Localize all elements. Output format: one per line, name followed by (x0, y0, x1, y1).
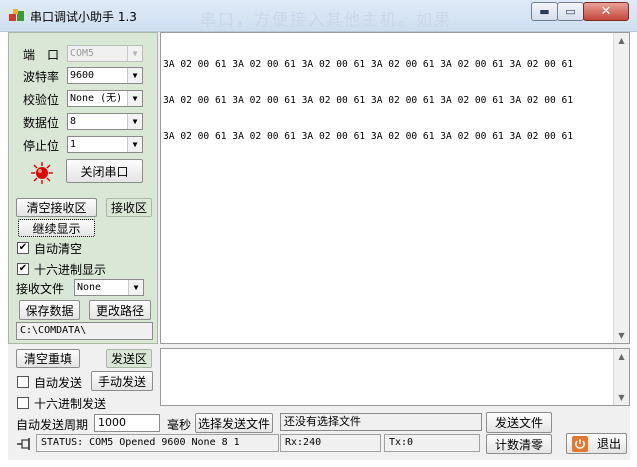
parity-value: None (无) (70, 93, 123, 104)
port-select[interactable]: COM5 ▼ (67, 45, 143, 62)
receive-line: 3A 02 00 61 3A 02 00 61 3A 02 00 61 3A 0… (163, 59, 574, 70)
scroll-down-icon[interactable]: ▼ (614, 390, 629, 405)
receive-file-value: None (77, 282, 102, 293)
auto-clear-label: 自动清空 (34, 242, 83, 256)
manual-send-button[interactable]: 手动发送 (91, 371, 153, 391)
chevron-down-icon: ▼ (127, 46, 142, 61)
scroll-up-icon[interactable]: ▲ (614, 33, 629, 48)
stopbits-label: 停止位 (23, 139, 60, 153)
stopbits-value: 1 (70, 139, 77, 150)
receive-line: 3A 02 00 61 3A 02 00 61 3A 02 00 61 3A 0… (163, 131, 574, 142)
reset-count-button[interactable]: 计数清零 (486, 434, 552, 454)
save-data-button[interactable]: 保存数据 (19, 300, 80, 320)
close-button[interactable]: ✕ (583, 2, 629, 21)
minimize-button[interactable]: ▬ (531, 2, 558, 21)
port-label: 端 口 (23, 48, 60, 62)
save-path-field[interactable]: C:\COMDATA\ (16, 322, 153, 340)
chevron-down-icon: ▼ (127, 91, 142, 106)
hex-send-checkbox[interactable] (17, 397, 29, 409)
chevron-down-icon: ▼ (127, 137, 142, 152)
settings-panel: 端 口 COM5 ▼ 波特率 9600 ▼ 校验位 None (无) ▼ 数据位… (8, 32, 158, 344)
databits-select[interactable]: 8 ▼ (67, 113, 143, 130)
send-area[interactable]: ▲ ▼ (160, 348, 630, 406)
tx-counter: Tx:0 (384, 434, 480, 452)
title-watermark: 串口，方便接入其他主机。如果 (200, 10, 453, 29)
exit-label: 退出 (597, 437, 622, 451)
receive-text: 3A 02 00 61 3A 02 00 61 3A 02 00 61 3A 0… (163, 35, 615, 167)
scroll-down-icon[interactable]: ▼ (614, 328, 629, 343)
auto-send-label: 自动发送 (34, 376, 83, 390)
select-send-file-button[interactable]: 选择发送文件 (195, 413, 273, 433)
receive-scrollbar[interactable]: ▲ ▼ (613, 33, 629, 343)
period-input[interactable]: 1000 (94, 414, 160, 432)
parity-select[interactable]: None (无) ▼ (67, 90, 143, 107)
port-value: COM5 (70, 48, 95, 59)
exit-button[interactable]: 退出 (566, 433, 627, 454)
parity-label: 校验位 (23, 93, 60, 107)
receive-file-select[interactable]: None ▼ (74, 279, 144, 296)
send-scrollbar[interactable]: ▲ ▼ (613, 349, 629, 405)
send-area-label: 发送区 (106, 349, 152, 368)
hex-send-label: 十六进制发送 (34, 397, 107, 411)
continue-display-button[interactable]: 继续显示 (18, 219, 95, 237)
auto-send-checkbox[interactable] (17, 376, 29, 388)
rx-counter: Rx:240 (280, 434, 381, 452)
baud-select[interactable]: 9600 ▼ (67, 67, 143, 84)
send-file-status: 还没有选择文件 (280, 413, 482, 431)
baud-label: 波特率 (23, 70, 60, 84)
close-port-button[interactable]: 关闭串口 (66, 159, 143, 183)
stopbits-select[interactable]: 1 ▼ (67, 136, 143, 153)
clear-refill-button[interactable]: 清空重填 (16, 349, 80, 368)
change-path-button[interactable]: 更改路径 (89, 300, 151, 320)
title-bar: 串口调试小助手 1.3 串口，方便接入其他主机。如果 ▬ ▭ ✕ (0, 0, 637, 32)
status-text: STATUS: COM5 Opened 9600 None 8 1 (36, 434, 279, 452)
app-icon (9, 9, 24, 21)
clear-receive-button[interactable]: 清空接收区 (16, 198, 97, 217)
window-title: 串口调试小助手 1.3 (30, 10, 137, 24)
chevron-down-icon: ▼ (127, 68, 142, 83)
receive-area[interactable]: 3A 02 00 61 3A 02 00 61 3A 02 00 61 3A 0… (160, 32, 630, 344)
databits-label: 数据位 (23, 116, 60, 130)
chevron-down-icon: ▼ (127, 114, 142, 129)
receive-line: 3A 02 00 61 3A 02 00 61 3A 02 00 61 3A 0… (163, 95, 574, 106)
scroll-up-icon[interactable]: ▲ (614, 349, 629, 364)
hex-display-checkbox[interactable]: ✔ (17, 263, 29, 275)
chevron-down-icon: ▼ (128, 280, 143, 295)
pin-icon[interactable] (16, 437, 34, 451)
receive-file-label: 接收文件 (16, 282, 65, 296)
databits-value: 8 (70, 116, 77, 127)
port-status-indicator-icon (31, 162, 53, 184)
receive-area-label: 接收区 (106, 198, 152, 217)
power-icon (572, 435, 588, 452)
auto-clear-checkbox[interactable]: ✔ (17, 242, 29, 254)
hex-display-label: 十六进制显示 (34, 263, 107, 277)
baud-value: 9600 (70, 70, 95, 81)
maximize-button[interactable]: ▭ (557, 2, 584, 21)
period-label: 自动发送周期 (16, 418, 89, 432)
send-file-button[interactable]: 发送文件 (486, 412, 552, 433)
ms-label: 毫秒 (167, 418, 192, 432)
